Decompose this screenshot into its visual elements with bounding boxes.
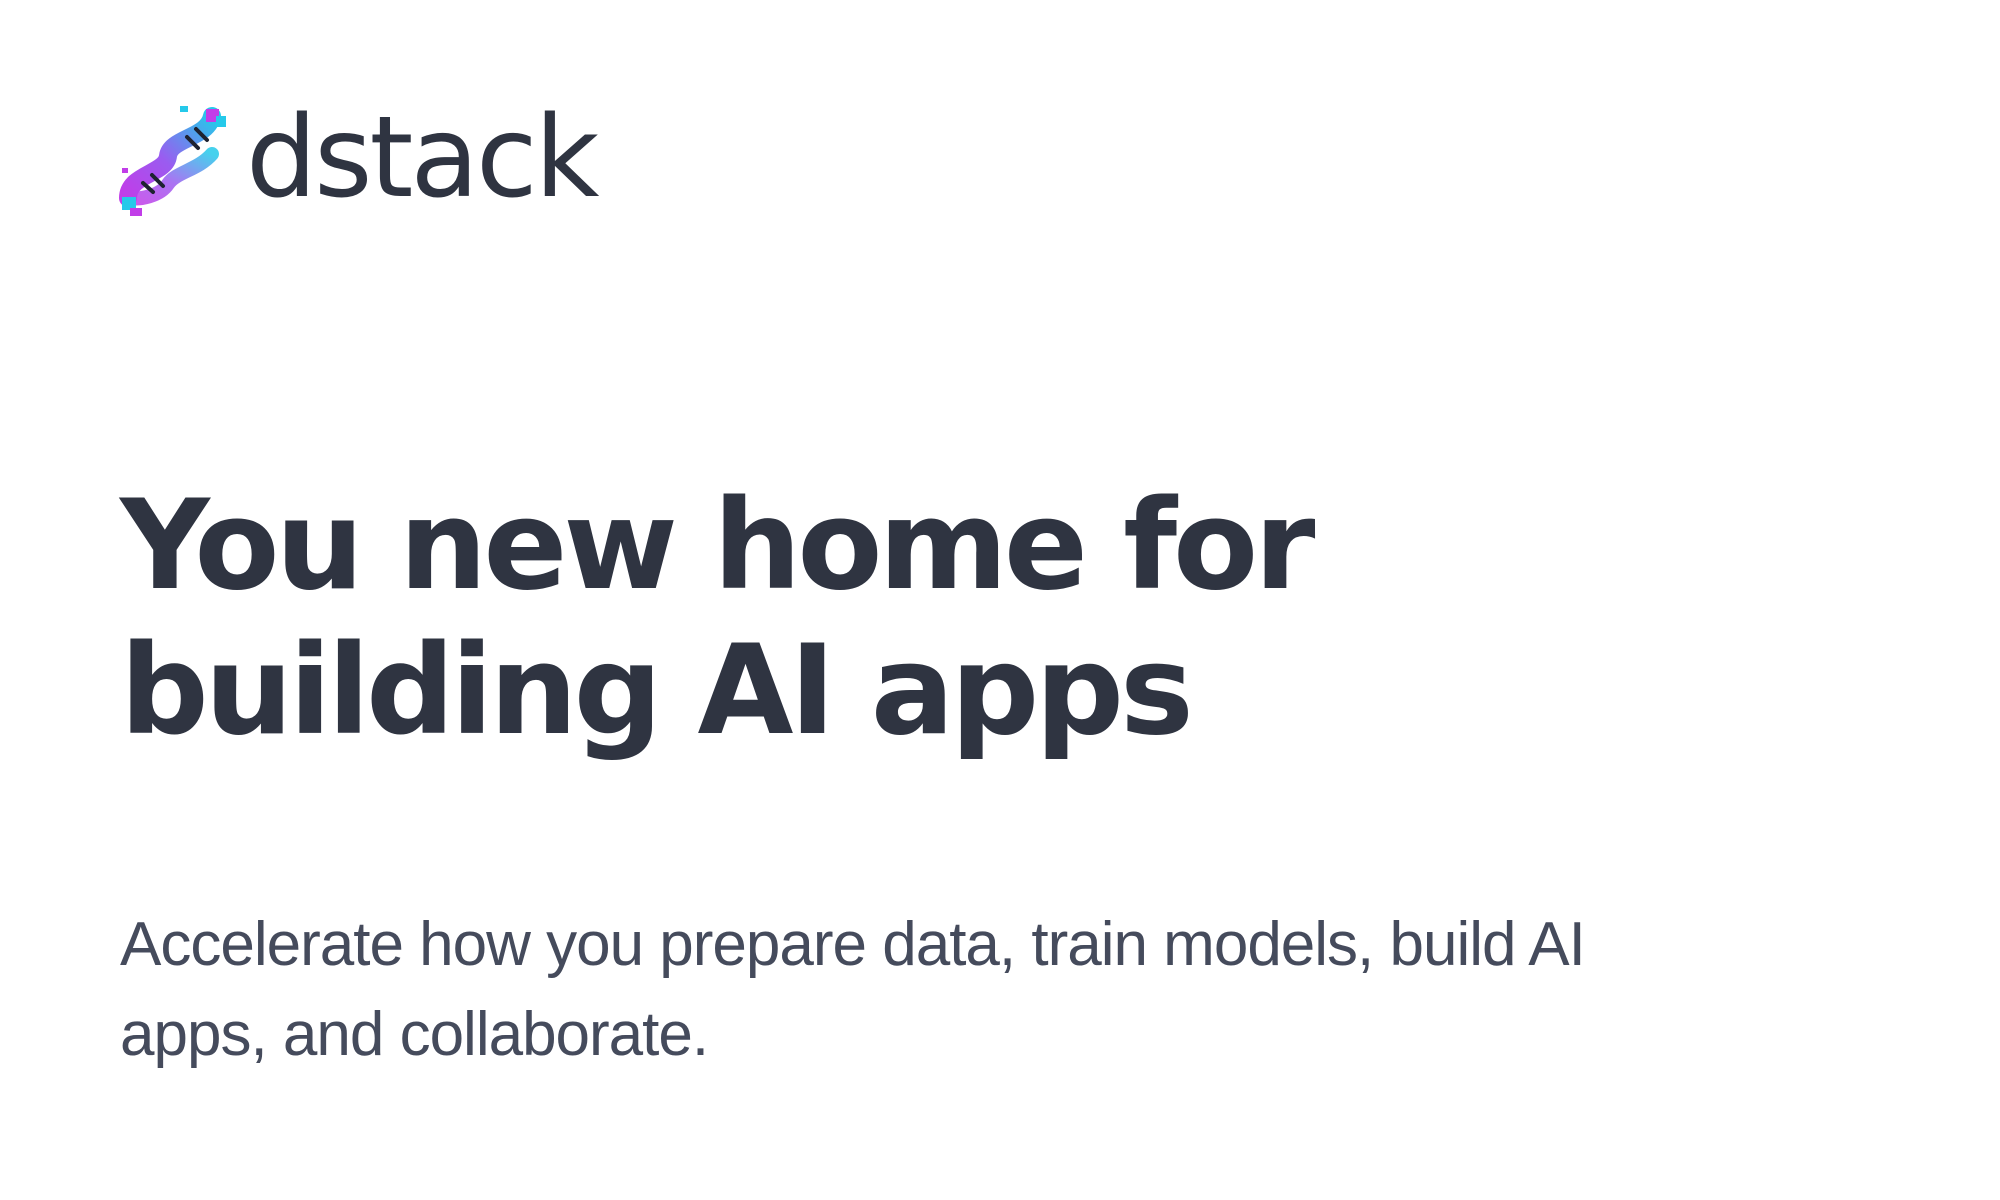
hero-subtitle-line-1: Accelerate how you prepare data, train m… — [120, 910, 1586, 979]
hero-title: You new home for building AI apps — [120, 474, 1620, 764]
hero-subtitle: Accelerate how you prepare data, train m… — [120, 900, 1720, 1080]
hero-subtitle-line-2: apps, and collaborate. — [120, 1000, 709, 1069]
dna-helix-icon — [119, 106, 226, 216]
landing-page: dstack You new home for building AI apps… — [0, 0, 2000, 1200]
hero-title-line-2: building AI apps — [120, 619, 1194, 763]
hero-title-line-1: You new home for — [120, 474, 1315, 618]
brand-logo[interactable]: dstack — [118, 93, 599, 223]
brand-name: dstack — [246, 93, 599, 223]
